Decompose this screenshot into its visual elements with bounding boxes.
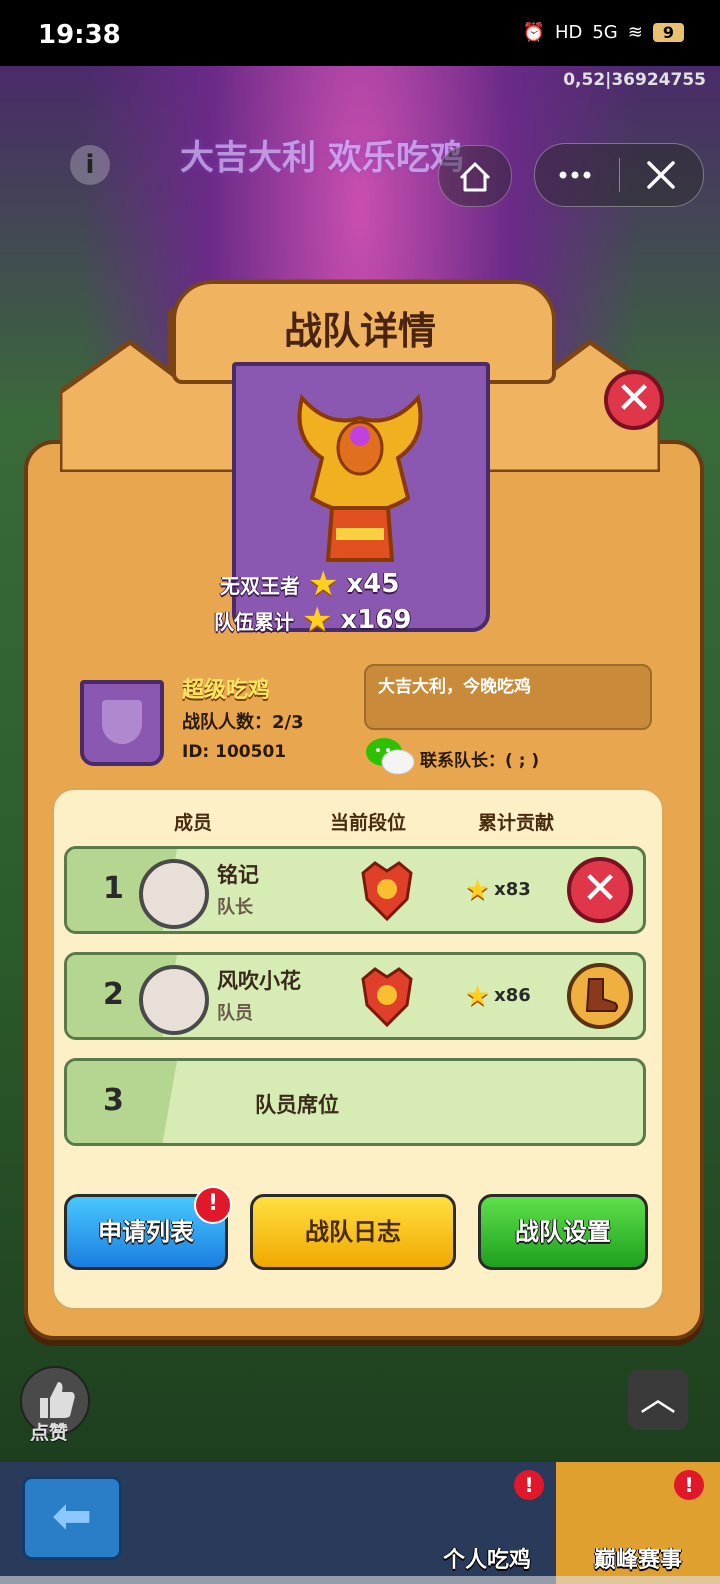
member-rank-number: 2 — [103, 977, 124, 1012]
battery-icon: 9 — [652, 23, 684, 42]
team-id: ID: 100501 — [182, 742, 287, 762]
rank-name: 无双王者 — [220, 573, 300, 598]
contribution-value: x86 — [494, 985, 531, 1006]
team-motto: 大吉大利，今晚吃鸡 — [364, 664, 652, 730]
team-member-count: 战队人数：2/3 — [182, 712, 304, 733]
member-role: 队员 — [217, 1003, 253, 1024]
tab-personal-label: 个人吃鸡 — [442, 1548, 531, 1573]
tab-peak-event-label: 巅峰赛事 — [593, 1548, 682, 1573]
star-icon: ★ — [308, 564, 339, 604]
boot-button[interactable] — [567, 963, 633, 1029]
empty-seat-row[interactable]: 3 队员席位 — [64, 1058, 646, 1146]
member-rank-number: 3 — [103, 1083, 124, 1118]
avatar[interactable] — [139, 965, 209, 1035]
shield-icon — [102, 700, 142, 744]
arrow-left-icon: ⬅ — [51, 1488, 93, 1544]
dragon-emblem-icon — [297, 393, 423, 562]
remove-member-button[interactable]: ✕ — [567, 857, 633, 923]
tab-personal[interactable]: ! 个人吃鸡 — [418, 1462, 556, 1584]
header-member: 成员 — [174, 812, 213, 834]
event-banner: 大吉大利 欢乐吃鸡 — [180, 138, 464, 178]
rank-stat: 无双王者 ★ x45 — [220, 564, 399, 604]
contact-captain[interactable]: 联系队长：( ; ) — [420, 746, 539, 771]
member-row: 2 风吹小花 队员 ★ x86 — [64, 952, 646, 1040]
alarm-icon: ⏰ — [522, 22, 545, 43]
star-icon: ★ — [465, 873, 491, 906]
session-code: 0,52|36924755 — [563, 70, 706, 90]
close-modal-button[interactable]: ✕ — [604, 370, 664, 430]
member-name: 风吹小花 — [217, 969, 301, 993]
avatar[interactable] — [139, 859, 209, 929]
team-total-label: 队伍累计 — [214, 609, 294, 634]
status-time: 19:38 — [38, 20, 121, 50]
contribution-value: x83 — [494, 879, 531, 900]
home-icon — [459, 162, 491, 192]
hd-icon: HD — [554, 22, 583, 43]
chevron-up-icon: ︿ — [639, 1378, 676, 1419]
tab-peak-event[interactable]: ! 巅峰赛事 — [556, 1462, 720, 1584]
home-button[interactable] — [438, 145, 512, 207]
team-total-stat: 队伍累计 ★ x169 — [214, 600, 412, 640]
like-label: 点赞 — [30, 1422, 69, 1444]
team-name: 超级吃鸡 — [182, 678, 271, 703]
rank-emblem-icon — [361, 967, 413, 1028]
tab-badge: ! — [514, 1470, 544, 1500]
status-bar: 19:38 ⏰ HD 5G ≋ 9 — [0, 0, 720, 66]
member-role: 队长 — [217, 897, 253, 918]
team-total-stars: x169 — [340, 605, 412, 635]
wechat-icon[interactable] — [364, 736, 416, 776]
miniprogram-capsule — [534, 143, 704, 207]
rank-stars: x45 — [346, 569, 400, 599]
member-contribution: ★ x83 — [465, 873, 531, 906]
rank-emblem-icon — [361, 861, 413, 922]
team-badge-icon — [80, 680, 164, 766]
team-settings-button[interactable]: 战队设置 — [478, 1194, 648, 1270]
header-rank: 当前段位 — [330, 812, 407, 834]
home-indicator — [0, 1576, 720, 1584]
header-contribution: 累计贡献 — [478, 812, 555, 834]
member-row: 1 铭记 队长 ★ x83 ✕ — [64, 846, 646, 934]
scroll-up-button[interactable]: ︿ — [628, 1370, 688, 1430]
member-name: 铭记 — [217, 863, 259, 887]
tab-badge: ! — [674, 1470, 704, 1500]
notification-badge: ! — [194, 1186, 232, 1224]
modal-title: 战队详情 — [283, 309, 436, 353]
team-log-button[interactable]: 战队日志 — [250, 1194, 456, 1270]
member-contribution: ★ x86 — [465, 979, 531, 1012]
status-icons: ⏰ HD 5G ≋ 9 — [523, 22, 684, 43]
star-icon: ★ — [465, 979, 491, 1012]
star-icon: ★ — [302, 600, 333, 640]
network-icon: 5G — [592, 22, 618, 43]
back-button[interactable]: ⬅ — [22, 1476, 122, 1560]
wifi-icon: ≋ — [627, 22, 643, 43]
empty-seat-label: 队员席位 — [255, 1093, 339, 1117]
member-rank-number: 1 — [103, 871, 124, 906]
close-icon[interactable] — [619, 144, 703, 206]
info-icon[interactable]: i — [70, 145, 110, 185]
more-icon[interactable] — [535, 144, 619, 206]
boot-icon — [585, 978, 618, 1012]
